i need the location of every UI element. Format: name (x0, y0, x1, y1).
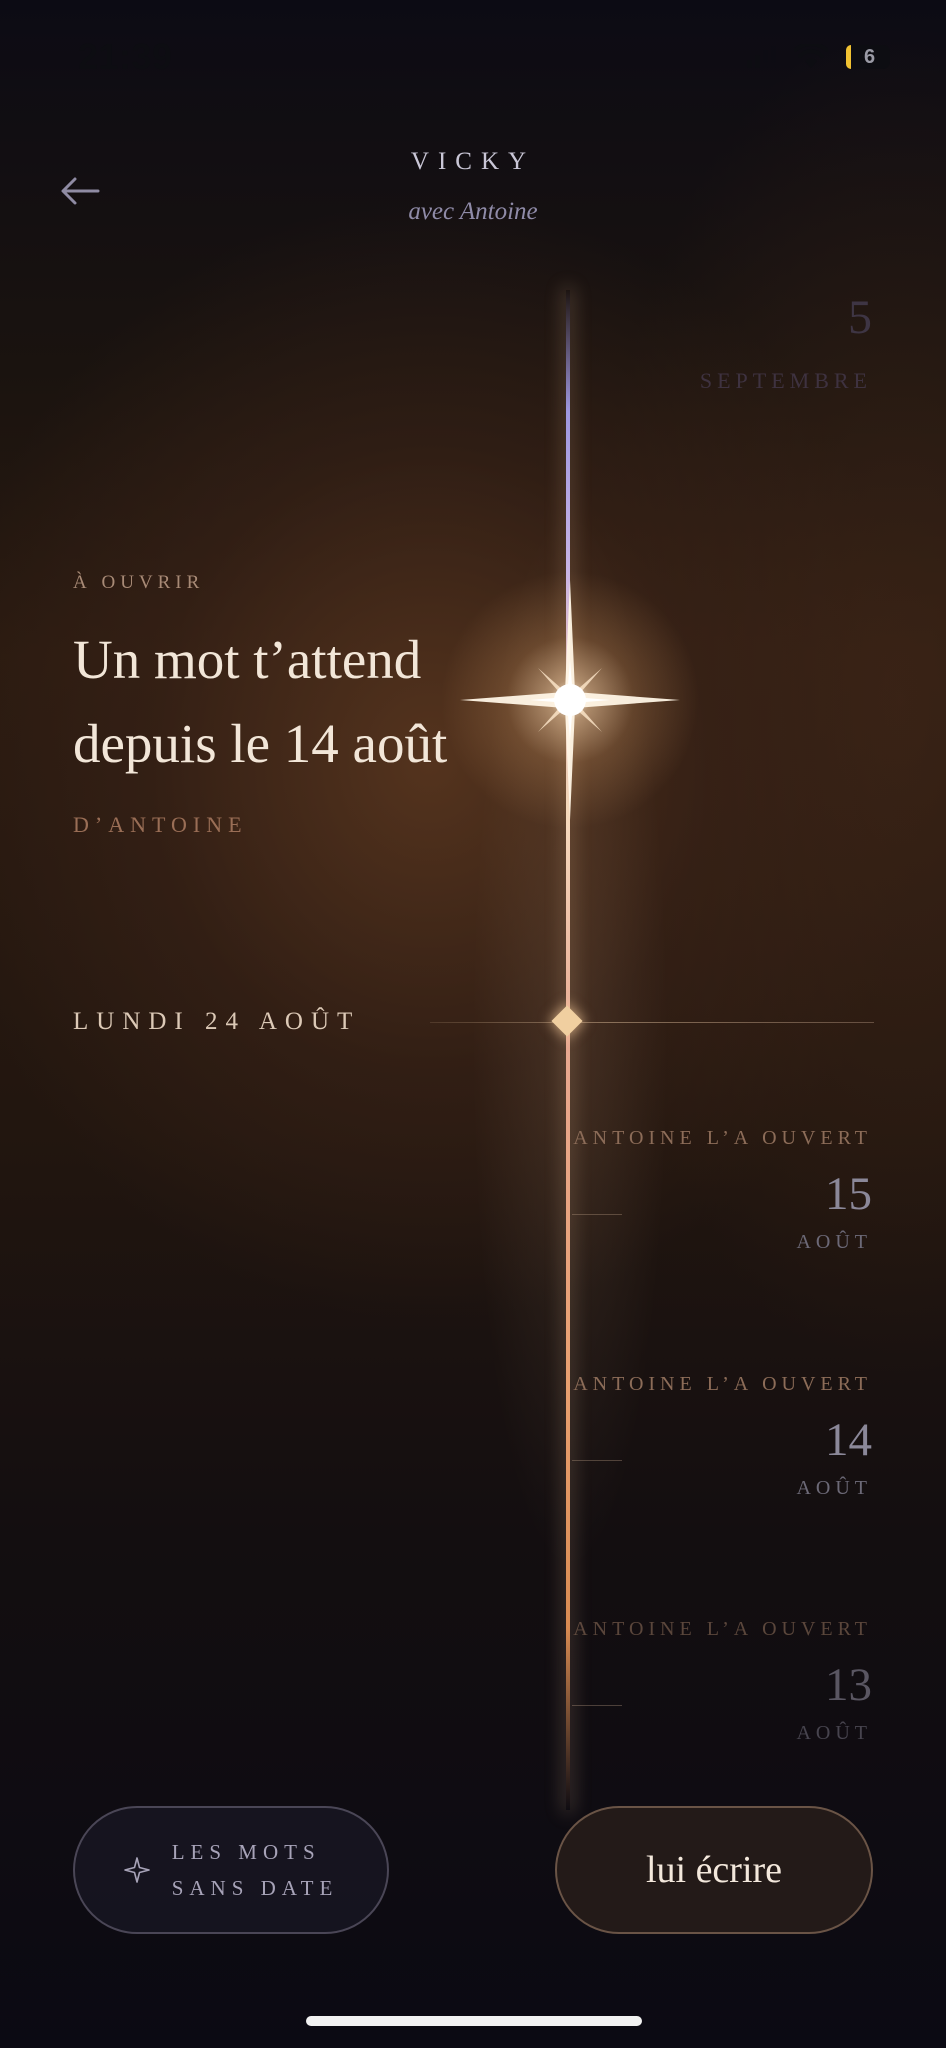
entry-status: ANTOINE L’A OUVERT (573, 1127, 872, 1149)
status-icons: 6 (747, 44, 890, 70)
undated-messages-button[interactable]: LES MOTS SANS DATE (73, 1806, 389, 1934)
write-message-button[interactable]: lui écrire (555, 1806, 873, 1934)
message-sender: D’ANTOINE (73, 812, 248, 837)
entry-month: AOÛT (796, 1231, 872, 1253)
current-date-label: LUNDI 24 AOÛT (73, 1008, 361, 1035)
write-message-label: lui écrire (645, 1849, 783, 1891)
timeline-glow (420, 290, 720, 1790)
pending-message-title[interactable]: Un mot t’attend depuis le 14 août (73, 618, 533, 786)
entry-status: ANTOINE L’A OUVERT (573, 1618, 872, 1640)
conversation-subtitle: avec Antoine (408, 198, 538, 225)
battery-level: 6 (864, 45, 876, 68)
entry-day: 13 (825, 1659, 872, 1711)
undated-messages-label: LES MOTS SANS DATE (171, 1840, 339, 1900)
card-kicker: À OUVRIR (73, 572, 205, 593)
timeline-line[interactable] (566, 290, 570, 1810)
current-date-rule (430, 1022, 874, 1023)
entry-day: 15 (825, 1168, 872, 1220)
history-entry[interactable]: ANTOINE L’A OUVERT 13 AOÛT (572, 1615, 872, 1745)
history-entry[interactable]: ANTOINE L’A OUVERT 15 AOÛT (572, 1124, 872, 1254)
entry-month: AOÛT (796, 1722, 872, 1744)
screen: 21:39 6 VICKY avec Antoine 5 SEPTEMBRE À (0, 0, 946, 2048)
battery-icon: 6 (846, 45, 890, 69)
entry-day: 14 (825, 1414, 872, 1466)
status-time: 21:39 (78, 36, 173, 77)
entry-status: ANTOINE L’A OUVERT (573, 1373, 872, 1395)
wifi-icon (794, 44, 828, 68)
home-indicator[interactable] (306, 2016, 642, 2026)
future-date-day: 5 (848, 291, 872, 344)
future-date-month: SEPTEMBRE (699, 368, 872, 393)
conversation-title: VICKY (410, 148, 536, 175)
sparkle-icon (123, 1857, 150, 1883)
entry-month: AOÛT (796, 1477, 872, 1499)
cellular-signal-icon (747, 46, 776, 68)
history-entry[interactable]: ANTOINE L’A OUVERT 14 AOÛT (572, 1370, 872, 1500)
